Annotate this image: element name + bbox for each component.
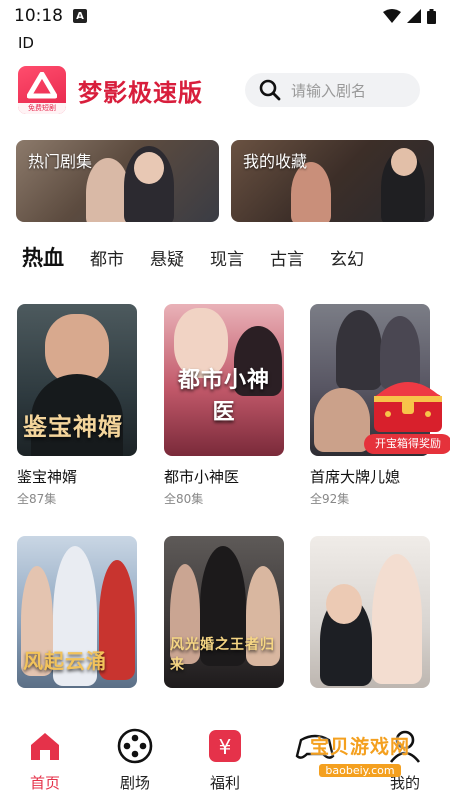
drama-title: 都市小神医: [164, 468, 240, 486]
poster-title: 鉴宝神婿: [23, 413, 123, 441]
drama-episodes: 全80集: [164, 492, 204, 506]
banner-title: 热门剧集: [28, 152, 93, 171]
app-logo: 免费短剧: [18, 66, 66, 114]
home-icon: [25, 726, 65, 766]
status-bar: 10:18 A: [0, 0, 450, 32]
yen-coupon-icon: ¥: [205, 726, 245, 766]
id-label: ID: [18, 34, 34, 52]
drama-card[interactable]: 都市小神医 都市小神医 全80集: [164, 304, 284, 507]
watermark-title: 宝贝游戏网: [309, 736, 410, 758]
wifi-icon: [383, 9, 401, 23]
search-icon: [259, 79, 281, 101]
search-placeholder: 请输入剧名: [291, 81, 367, 100]
drama-poster: [310, 536, 430, 688]
banner-row: 热门剧集 我的收藏: [16, 140, 434, 222]
treasure-chest-reward[interactable]: 开宝箱得奖励: [364, 370, 450, 454]
nav-welfare[interactable]: ¥ 福利: [190, 726, 260, 793]
app-header: 免费短剧 梦影极速版 请输入剧名: [18, 66, 420, 114]
tab-urban[interactable]: 都市: [90, 245, 124, 270]
tab-mystery[interactable]: 悬疑: [150, 245, 184, 270]
poster-title: 都市小神医: [177, 368, 270, 425]
drama-card[interactable]: 风起云涌: [17, 536, 137, 688]
banner-hot-dramas[interactable]: 热门剧集: [16, 140, 219, 222]
nav-label: 剧场: [119, 774, 150, 792]
tab-hot-blood[interactable]: 热血: [22, 242, 64, 272]
play-triangle-icon: [27, 72, 57, 99]
category-tabs: 热血 都市 悬疑 现言 古言 玄幻: [22, 242, 450, 272]
nav-label: 福利: [209, 774, 240, 792]
search-input[interactable]: 请输入剧名: [245, 73, 420, 107]
drama-card[interactable]: 鉴宝神婿 鉴宝神婿 全87集: [17, 304, 137, 507]
signal-icon: [407, 9, 421, 23]
drama-poster: 都市小神医: [164, 304, 284, 456]
drama-poster: 风起云涌: [17, 536, 137, 688]
banner-title: 我的收藏: [243, 152, 308, 171]
treasure-label: 开宝箱得奖励: [364, 434, 450, 454]
nav-theater[interactable]: 剧场: [100, 726, 170, 793]
banner-my-favorites[interactable]: 我的收藏: [231, 140, 434, 222]
battery-icon: [427, 8, 436, 24]
nav-label: 首页: [29, 774, 60, 792]
app-name: 梦影极速版: [78, 78, 203, 107]
watermark: 宝贝游戏网 baobeiy.com: [306, 732, 414, 778]
nav-home[interactable]: 首页: [10, 726, 80, 793]
poster-title: 风起云涌: [23, 649, 107, 673]
poster-title: 风光婚之王者归来: [170, 637, 275, 673]
tab-ancient-romance[interactable]: 古言: [270, 245, 304, 270]
drama-title: 首席大牌儿媳: [310, 468, 401, 486]
tab-modern-romance[interactable]: 现言: [210, 245, 244, 270]
tab-fantasy[interactable]: 玄幻: [330, 245, 364, 270]
notification-icon: A: [73, 9, 87, 23]
film-reel-icon: [115, 726, 155, 766]
clock: 10:18: [14, 6, 63, 26]
drama-title: 鉴宝神婿: [17, 468, 78, 486]
drama-card[interactable]: 风光婚之王者归来: [164, 536, 284, 688]
drama-poster: 鉴宝神婿: [17, 304, 137, 456]
watermark-url: baobeiy.com: [319, 764, 401, 777]
drama-episodes: 全92集: [310, 492, 350, 506]
drama-poster: 风光婚之王者归来: [164, 536, 284, 688]
drama-card[interactable]: [310, 536, 430, 688]
drama-episodes: 全87集: [17, 492, 57, 506]
logo-caption: 免费短剧: [18, 103, 66, 114]
svg-text:¥: ¥: [219, 735, 232, 759]
treasure-chest-icon: [374, 382, 442, 432]
